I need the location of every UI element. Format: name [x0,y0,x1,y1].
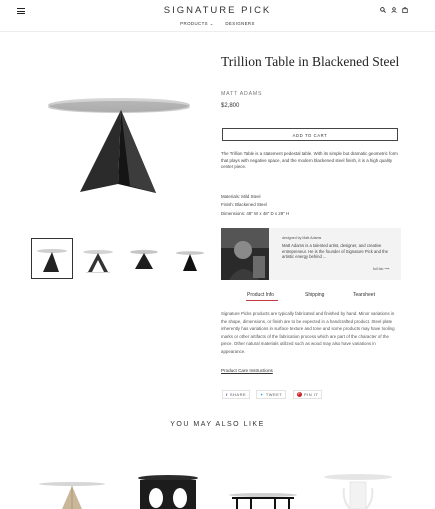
thumbnail-1[interactable] [31,238,73,279]
thumbnail-4[interactable] [170,238,212,279]
related-product-1[interactable] [36,470,108,509]
spec-finish: Finish: Blackened Steel [221,202,267,208]
header-icons [380,6,408,15]
related-products-heading: YOU MAY ALSO LIKE [170,421,265,428]
tab-tearsheet[interactable]: Tearsheet [353,292,375,298]
facebook-icon: f [226,392,228,397]
cart-icon[interactable] [402,6,408,15]
thumbnail-2[interactable] [78,238,120,279]
brand-logo[interactable]: SIGNATURE PICK [0,5,435,16]
share-twitter-button[interactable]: ✦ TWEET [256,390,287,399]
share-pinterest-button[interactable]: P PIN IT [293,390,323,399]
active-tab-indicator [246,300,278,301]
spec-materials: Materials: Mild Steel [221,194,261,199]
nav-products[interactable]: PRODUCTS ⌄ [180,21,214,26]
designer-photo [221,228,269,280]
spec-dimensions: Dimensions: 48" W x 48" D x 29" H [221,210,290,216]
search-icon[interactable] [380,6,386,15]
related-product-4[interactable] [322,470,394,509]
twitter-icon: ✦ [260,392,264,397]
product-care-link[interactable]: Product Care Instructions [221,368,273,373]
related-product-3[interactable] [226,486,300,509]
tab-shipping[interactable]: Shipping [305,292,324,298]
product-price: $2,800 [221,103,240,109]
tab-content: Signature Picks products are typically f… [221,311,395,354]
product-main-image[interactable] [30,80,208,202]
add-to-cart-button[interactable]: ADD TO CART [222,128,398,141]
header-divider [0,31,435,32]
product-specs: Materials: Mild Steel Finish: Blackened … [221,193,289,218]
product-vendor[interactable]: MATT ADAMS [221,91,262,97]
product-title: Trillion Table in Blackened Steel [221,54,400,69]
designer-bio: Matt Adams is a talented artist, designe… [282,243,388,260]
designed-by-label: designed by Matt Adams [282,236,322,240]
nav-designers[interactable]: DESIGNERS [225,21,254,26]
share-facebook-button[interactable]: f SHARE [222,390,251,399]
thumbnail-3[interactable] [124,238,166,279]
related-product-2[interactable] [134,472,202,509]
full-bio-link[interactable]: full bio ⟶ [373,267,390,271]
tab-product-info[interactable]: Product Info [247,292,274,298]
main-nav: PRODUCTS ⌄ DESIGNERS [0,21,435,27]
account-icon[interactable] [391,6,397,15]
product-description: The Trillion Table is a statement pedest… [221,151,398,170]
pinterest-icon: P [297,392,302,397]
